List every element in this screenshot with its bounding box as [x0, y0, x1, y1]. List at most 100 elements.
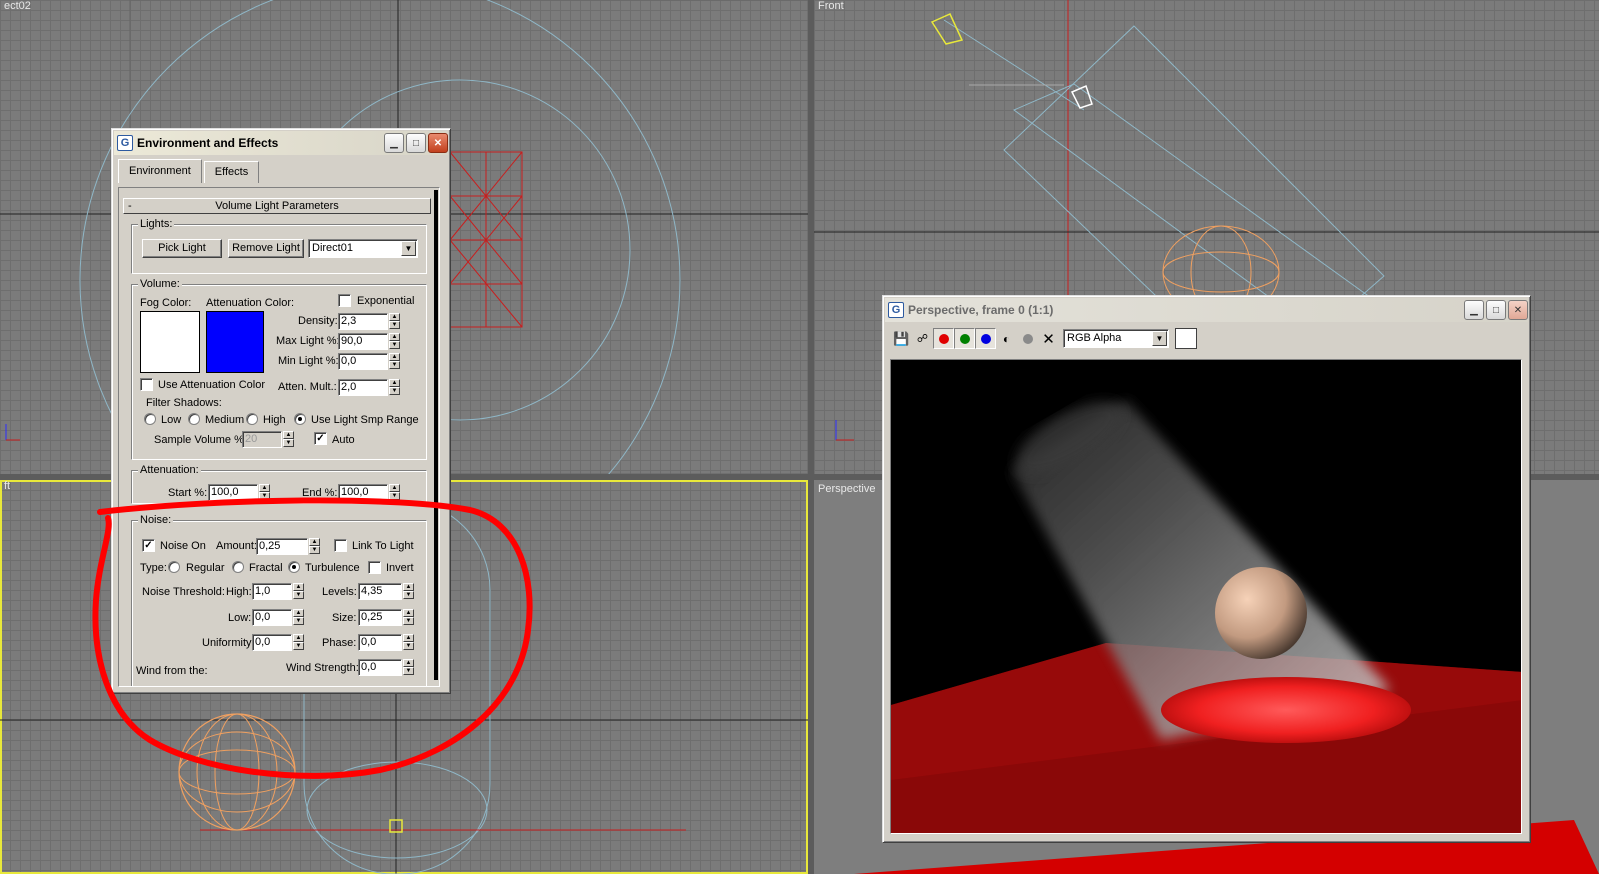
- close-button[interactable]: ✕: [428, 133, 448, 153]
- type-regular-radio[interactable]: [168, 561, 180, 573]
- rendered-image: [890, 359, 1522, 834]
- maximize-button[interactable]: □: [1486, 300, 1506, 320]
- spinner-arrows[interactable]: ▲ ▼: [389, 313, 400, 330]
- scrollbar[interactable]: [433, 188, 439, 686]
- atten-mult-value[interactable]: 2,0: [338, 379, 388, 396]
- spinner-arrows[interactable]: ▲ ▼: [403, 609, 414, 626]
- start-value[interactable]: 100,0: [208, 484, 258, 501]
- wind-strength-value[interactable]: 0,0: [358, 659, 402, 676]
- density-value[interactable]: 2,3: [338, 313, 388, 330]
- save-icon[interactable]: 💾: [891, 328, 912, 349]
- render-window-titlebar[interactable]: G Perspective, frame 0 (1:1) ▁ □ ✕: [885, 298, 1528, 322]
- sample-volume-spinner[interactable]: 20 ▲ ▼: [242, 431, 294, 448]
- channel-select[interactable]: RGB Alpha ▼: [1063, 329, 1169, 348]
- size-value[interactable]: 0,25: [358, 609, 402, 626]
- noise-on-checkbox[interactable]: ✓: [142, 539, 155, 552]
- spinner-arrows[interactable]: ▲ ▼: [389, 484, 400, 501]
- spinner-arrows[interactable]: ▲ ▼: [293, 583, 304, 600]
- high-spinner[interactable]: 1,0 ▲ ▼: [252, 583, 304, 600]
- environment-window-titlebar[interactable]: G Environment and Effects ▁ □ ✕: [114, 131, 448, 155]
- wind-strength-spinner[interactable]: 0,0 ▲ ▼: [358, 659, 414, 676]
- render-frame-window[interactable]: G Perspective, frame 0 (1:1) ▁ □ ✕ 💾 ☍ ◐…: [882, 295, 1531, 843]
- phase-spinner[interactable]: 0,0 ▲ ▼: [358, 634, 414, 651]
- filter-use-light-radio[interactable]: [294, 413, 306, 425]
- environment-effects-window[interactable]: G Environment and Effects ▁ □ ✕ Environm…: [111, 128, 451, 694]
- max-light-spinner[interactable]: 90,0 ▲ ▼: [338, 333, 400, 350]
- use-atten-color-checkbox[interactable]: [140, 378, 153, 391]
- link-to-light-checkbox[interactable]: [334, 539, 347, 552]
- volume-light-rollout-header[interactable]: - Volume Light Parameters: [123, 198, 431, 214]
- collapse-toggle[interactable]: -: [128, 199, 132, 213]
- maximize-button[interactable]: □: [406, 133, 426, 153]
- levels-spinner[interactable]: 4,35 ▲ ▼: [358, 583, 414, 600]
- tab-effects[interactable]: Effects: [203, 161, 260, 183]
- use-atten-color-label: Use Attenuation Color: [158, 379, 266, 391]
- tab-environment[interactable]: Environment: [118, 159, 202, 183]
- phase-value[interactable]: 0,0: [358, 634, 402, 651]
- clone-window-icon[interactable]: ☍: [912, 328, 933, 349]
- exponential-checkbox[interactable]: [338, 294, 351, 307]
- spinner-arrows[interactable]: ▲ ▼: [389, 333, 400, 350]
- pick-light-button[interactable]: Pick Light: [142, 239, 222, 258]
- green-channel-toggle[interactable]: [954, 328, 975, 349]
- uniformity-label: Uniformity:: [202, 637, 255, 649]
- spinner-arrows[interactable]: ▲ ▼: [403, 659, 414, 676]
- chevron-down-icon[interactable]: ▼: [401, 241, 416, 256]
- levels-value[interactable]: 4,35: [358, 583, 402, 600]
- clear-icon[interactable]: ✕: [1038, 328, 1059, 349]
- noise-on-label: Noise On: [160, 540, 206, 552]
- min-light-value[interactable]: 0,0: [338, 353, 388, 370]
- max-light-value[interactable]: 90,0: [338, 333, 388, 350]
- invert-checkbox[interactable]: [368, 561, 381, 574]
- app-logo-icon: G: [117, 135, 133, 151]
- spinner-arrows[interactable]: ▲ ▼: [293, 634, 304, 651]
- link-to-light-label: Link To Light: [352, 540, 414, 552]
- spinner-arrows[interactable]: ▲ ▼: [293, 609, 304, 626]
- monochrome-icon[interactable]: [1017, 328, 1038, 349]
- end-spinner[interactable]: 100,0 ▲ ▼: [338, 484, 400, 501]
- auto-checkbox[interactable]: ✓: [314, 432, 327, 445]
- blue-channel-toggle[interactable]: [975, 328, 996, 349]
- density-spinner[interactable]: 2,3 ▲ ▼: [338, 313, 400, 330]
- filter-high-radio[interactable]: [246, 413, 258, 425]
- uniformity-value[interactable]: 0,0: [252, 634, 292, 651]
- min-light-spinner[interactable]: 0,0 ▲ ▼: [338, 353, 400, 370]
- high-value[interactable]: 1,0: [252, 583, 292, 600]
- low-value[interactable]: 0,0: [252, 609, 292, 626]
- spinner-arrows[interactable]: ▲ ▼: [283, 431, 294, 448]
- atten-mult-spinner[interactable]: 2,0 ▲ ▼: [338, 379, 400, 396]
- scrollbar-thumb[interactable]: [434, 190, 438, 680]
- chevron-down-icon[interactable]: ▼: [1152, 331, 1167, 346]
- start-spinner[interactable]: 100,0 ▲ ▼: [208, 484, 270, 501]
- fog-color-swatch[interactable]: [140, 311, 200, 373]
- spinner-arrows[interactable]: ▲ ▼: [259, 484, 270, 501]
- amount-value[interactable]: 0,25: [256, 538, 308, 555]
- spinner-arrows[interactable]: ▲ ▼: [403, 583, 414, 600]
- sample-volume-value[interactable]: 20: [242, 431, 282, 448]
- spinner-arrows[interactable]: ▲ ▼: [403, 634, 414, 651]
- alpha-channel-icon[interactable]: ◐: [996, 328, 1017, 349]
- low-spinner[interactable]: 0,0 ▲ ▼: [252, 609, 304, 626]
- type-fractal-radio[interactable]: [232, 561, 244, 573]
- minimize-button[interactable]: ▁: [384, 133, 404, 153]
- type-turbulence-radio[interactable]: [288, 561, 300, 573]
- end-value[interactable]: 100,0: [338, 484, 388, 501]
- filter-low-radio[interactable]: [144, 413, 156, 425]
- filter-shadows-label: Filter Shadows:: [146, 397, 222, 409]
- spinner-arrows[interactable]: ▲ ▼: [389, 353, 400, 370]
- close-button[interactable]: ✕: [1508, 300, 1528, 320]
- uniformity-spinner[interactable]: 0,0 ▲ ▼: [252, 634, 304, 651]
- amount-spinner[interactable]: 0,25 ▲ ▼: [256, 538, 320, 555]
- size-spinner[interactable]: 0,25 ▲ ▼: [358, 609, 414, 626]
- light-select[interactable]: Direct01 ▼: [308, 239, 418, 258]
- red-channel-toggle[interactable]: [933, 328, 954, 349]
- type-turbulence-label: Turbulence: [305, 562, 360, 574]
- remove-light-button[interactable]: Remove Light: [228, 239, 304, 258]
- filter-medium-radio[interactable]: [188, 413, 200, 425]
- spinner-arrows[interactable]: ▲ ▼: [389, 379, 400, 396]
- minimize-button[interactable]: ▁: [1464, 300, 1484, 320]
- render-window-title: Perspective, frame 0 (1:1): [908, 303, 1054, 317]
- spinner-arrows[interactable]: ▲ ▼: [309, 538, 320, 555]
- color-swatch[interactable]: [1175, 328, 1197, 349]
- atten-color-swatch[interactable]: [206, 311, 264, 373]
